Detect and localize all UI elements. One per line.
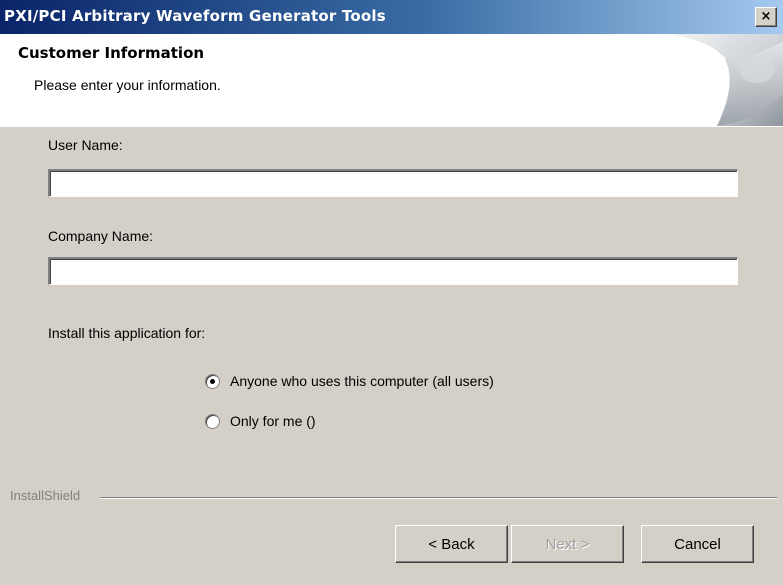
radio-all-users-label: Anyone who uses this computer (all users… (230, 373, 494, 389)
header-panel: Customer Information Please enter your i… (0, 34, 783, 127)
close-button[interactable]: × (755, 7, 777, 27)
page-title: Customer Information (18, 44, 205, 62)
user-name-input[interactable] (48, 169, 738, 197)
radio-selected-icon[interactable] (205, 373, 220, 389)
radio-only-me-label: Only for me () (230, 413, 316, 429)
page-subtitle: Please enter your information. (34, 77, 221, 93)
title-bar[interactable]: PXI/PCI Arbitrary Waveform Generator Too… (0, 0, 783, 34)
page-curl-icon (666, 34, 783, 126)
header-divider (0, 126, 783, 127)
brand-bar: InstallShield (0, 488, 783, 506)
brand-divider (100, 497, 777, 499)
radio-only-me[interactable]: Only for me () (205, 412, 316, 430)
install-for-label: Install this application for: (48, 325, 206, 341)
radio-unselected-icon[interactable] (205, 413, 220, 429)
radio-all-users[interactable]: Anyone who uses this computer (all users… (205, 372, 494, 390)
next-button[interactable]: Next > (511, 525, 624, 563)
user-name-label: User Name: (48, 137, 123, 153)
company-name-input[interactable] (48, 257, 738, 285)
window-title: PXI/PCI Arbitrary Waveform Generator Too… (4, 7, 386, 25)
cancel-button[interactable]: Cancel (641, 525, 754, 563)
installer-dialog: PXI/PCI Arbitrary Waveform Generator Too… (0, 0, 783, 585)
company-name-label: Company Name: (48, 228, 154, 244)
back-button[interactable]: < Back (395, 525, 508, 563)
brand-label: InstallShield (10, 488, 85, 503)
close-icon: × (760, 9, 772, 24)
